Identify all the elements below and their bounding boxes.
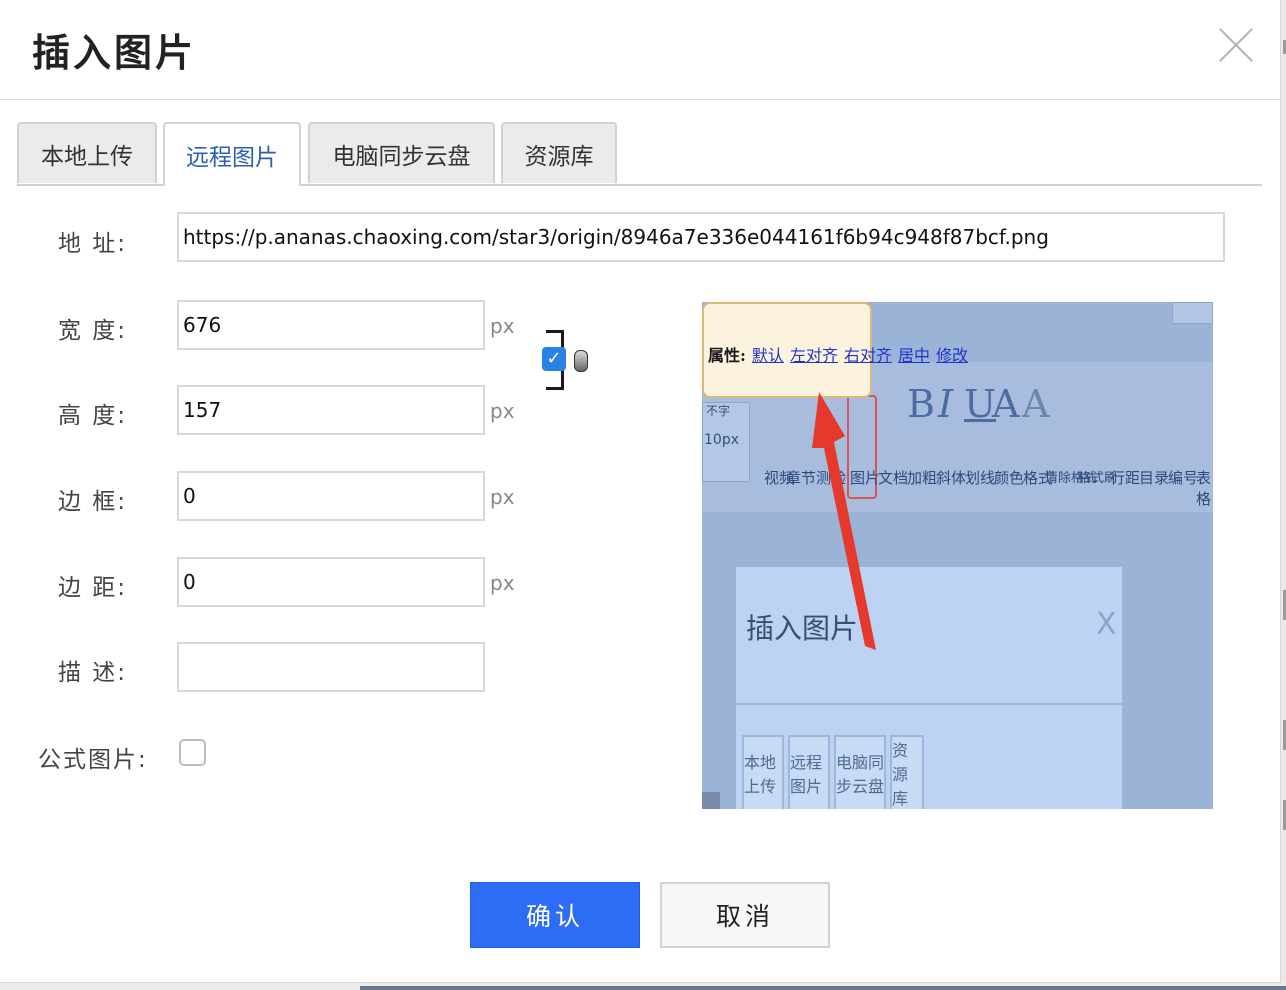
formula-image-label: 公式图片:: [38, 747, 148, 773]
preview-red-arrow-icon: [812, 392, 876, 650]
border-unit: px: [490, 485, 515, 509]
margin-unit: px: [490, 571, 515, 595]
height-unit: px: [490, 399, 515, 423]
tab-resource-library[interactable]: 资源库: [501, 122, 617, 183]
title-divider: [0, 99, 1280, 100]
cancel-button[interactable]: 取消: [660, 882, 830, 948]
chain-link-icon: [574, 350, 588, 372]
lock-ratio-checkbox[interactable]: ✓: [542, 347, 566, 371]
confirm-button[interactable]: 确认: [470, 882, 640, 948]
url-label: 地 址:: [58, 231, 128, 257]
description-label: 描 述:: [58, 660, 128, 686]
dialog-title: 插入图片: [32, 31, 197, 75]
url-input[interactable]: [177, 212, 1225, 262]
width-unit: px: [490, 314, 515, 338]
width-label: 宽 度:: [58, 318, 128, 344]
image-preview: 不字 10px B I U A A 视频 章节测验 图片 文档 加粗 斜体 划线…: [702, 302, 1213, 809]
window-right-edge: [1281, 0, 1286, 990]
tab-remote-image[interactable]: 远程图片: [163, 122, 301, 186]
formula-image-checkbox[interactable]: [179, 739, 206, 766]
tab-bar: 本地上传 远程图片 电脑同步云盘 资源库: [17, 122, 1262, 186]
description-input[interactable]: [177, 642, 485, 692]
border-input[interactable]: [177, 471, 485, 521]
close-icon[interactable]: [1216, 26, 1256, 66]
height-label: 高 度:: [58, 403, 128, 429]
tab-cloud-sync[interactable]: 电脑同步云盘: [308, 122, 495, 183]
width-input[interactable]: [177, 300, 485, 350]
background-strip: [360, 986, 1286, 990]
margin-label: 边 距:: [58, 575, 128, 601]
margin-input[interactable]: [177, 557, 485, 607]
tab-local-upload[interactable]: 本地上传: [17, 122, 157, 183]
window-bottom-edge: [0, 983, 1286, 990]
height-input[interactable]: [177, 385, 485, 435]
insert-image-dialog: 插入图片 本地上传 远程图片 电脑同步云盘 资源库 地 址: 宽 度: px 高…: [0, 0, 1281, 983]
border-label: 边 框:: [58, 489, 128, 515]
